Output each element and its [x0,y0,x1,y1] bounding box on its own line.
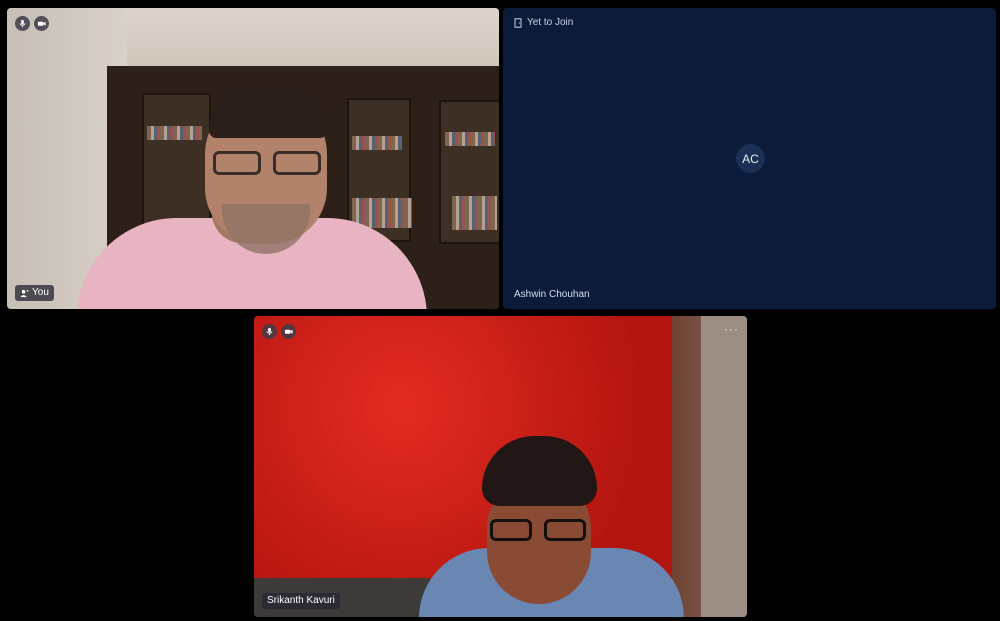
microphone-icon [19,19,26,28]
door-icon [514,17,522,28]
participant-name-tag: You [15,285,54,301]
participant-name: Ashwin Chouhan [514,289,590,300]
microphone-button[interactable] [262,324,277,339]
avatar: AC [736,144,765,173]
camera-icon [284,329,293,334]
participant-name: Srikanth Kavuri [267,595,335,606]
camera-button[interactable] [34,16,49,31]
tile-controls [262,324,296,339]
video-tile-you[interactable]: You [7,8,499,309]
microphone-icon [266,327,273,336]
camera-icon [37,21,46,26]
camera-button[interactable] [281,324,296,339]
user-icon [20,289,29,297]
tile-controls [15,16,49,31]
video-tile-srikanth[interactable]: ··· Srikanth Kavuri [254,316,747,617]
video-tile-ashwin[interactable]: Yet to Join AC Ashwin Chouhan [503,8,996,309]
join-status: Yet to Join [514,17,573,28]
participant-name: You [32,287,49,298]
microphone-button[interactable] [15,16,30,31]
participant-name-tag: Srikanth Kavuri [262,593,340,609]
more-options-button[interactable]: ··· [724,322,739,336]
join-status-text: Yet to Join [527,17,574,28]
